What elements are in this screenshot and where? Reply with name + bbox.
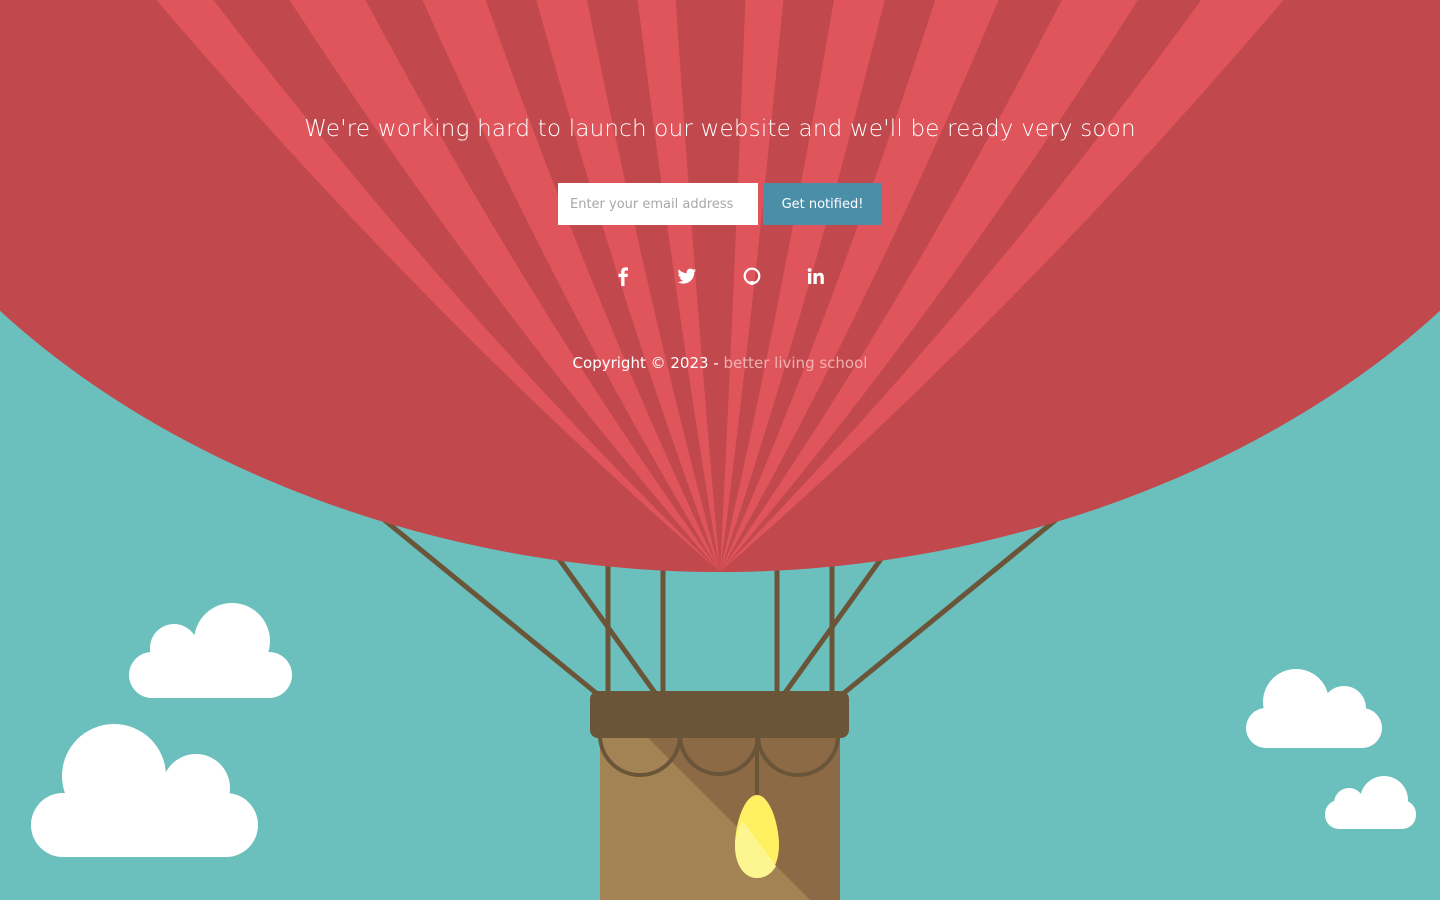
brand-link[interactable]: better living school	[724, 354, 868, 372]
twitter-icon	[677, 268, 696, 284]
linkedin-icon	[807, 268, 824, 284]
facebook-icon	[618, 267, 628, 286]
github-link[interactable]	[738, 262, 766, 290]
copyright-prefix: Copyright © 2023 -	[572, 354, 724, 372]
facebook-link[interactable]	[609, 262, 637, 290]
page-headline: We're working hard to launch our website…	[304, 116, 1136, 142]
get-notified-button[interactable]: Get notified!	[763, 183, 882, 225]
github-icon	[743, 267, 761, 285]
copyright-text: Copyright © 2023 - better living school	[0, 354, 1440, 372]
twitter-link[interactable]	[673, 262, 701, 290]
coming-soon-content: We're working hard to launch our website…	[0, 0, 1440, 900]
email-field[interactable]	[558, 183, 758, 225]
linkedin-link[interactable]	[802, 262, 830, 290]
